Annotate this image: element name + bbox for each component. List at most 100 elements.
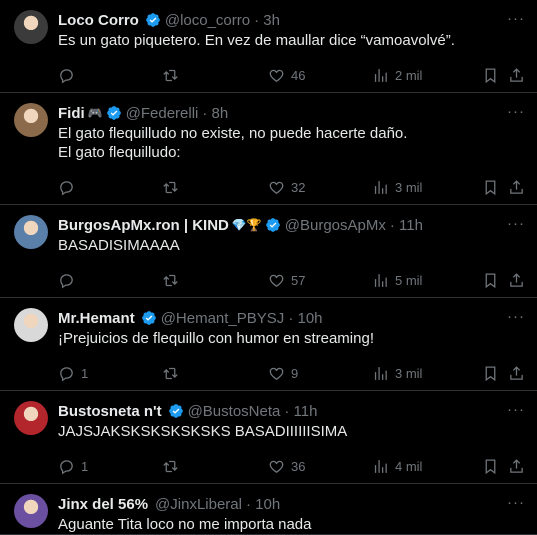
like-count: 57 [291,273,306,288]
share-button[interactable] [508,458,525,475]
tweet[interactable]: ··· Mr.Hemant @Hemant_PBYSJ · 10h ¡Preju… [0,298,537,391]
avatar[interactable] [14,215,48,249]
tweet[interactable]: ··· BurgosApMx.ron | KIND 💎🏆 @BurgosApMx… [0,205,537,298]
reply-icon [60,69,73,84]
tweet[interactable]: ··· Loco Corro @loco_corro · 3h Es un ga… [0,0,537,93]
tweet-text: El gato flequilludo no existe, no puede … [58,125,408,161]
like-button[interactable]: 36 [268,458,305,475]
retweet-button[interactable] [162,458,179,475]
action-bar: 32 3 mil [58,170,525,204]
handle[interactable]: @loco_corro [165,12,250,29]
views-count: 3 mil [395,366,423,381]
like-icon [269,460,284,473]
like-button[interactable]: 9 [268,365,298,382]
bookmark-button[interactable] [482,458,499,475]
like-button[interactable]: 32 [268,179,305,196]
timestamp[interactable]: · 3h [254,12,280,29]
bookmark-icon [485,459,496,475]
tweet[interactable]: ··· Jinx del 56% @JinxLiberal · 10h Agua… [0,484,537,535]
more-icon[interactable]: ··· [507,401,525,418]
retweet-button[interactable] [162,179,179,196]
share-button[interactable] [508,365,525,382]
views-button[interactable]: 3 mil [372,179,422,196]
timestamp[interactable]: · 10h [288,310,322,327]
bookmark-button[interactable] [482,179,499,196]
display-name[interactable]: BurgosApMx.ron | KIND [58,217,229,234]
share-button[interactable] [508,179,525,196]
avatar[interactable] [14,10,48,44]
tweet-header: Fidi 🎮 @Federelli · 8h [58,103,525,123]
action-bar: 1 9 3 mil [58,356,525,390]
tweet-header: BurgosApMx.ron | KIND 💎🏆 @BurgosApMx · 1… [58,215,525,235]
views-count: 2 mil [395,68,423,83]
action-bar: 57 5 mil [58,263,525,297]
like-count: 36 [291,459,306,474]
share-button[interactable] [508,67,525,84]
reply-button[interactable] [58,67,81,84]
reply-button[interactable] [58,272,81,289]
retweet-button[interactable] [162,365,179,382]
tweet[interactable]: ··· Fidi 🎮 @Federelli · 8h El gato flequ… [0,93,537,205]
views-count: 5 mil [395,273,423,288]
bookmark-button[interactable] [482,365,499,382]
handle[interactable]: @BurgosApMx [285,217,386,234]
like-button[interactable]: 57 [268,272,305,289]
more-icon[interactable]: ··· [507,308,525,325]
display-name[interactable]: Bustosneta n't [58,403,162,420]
views-button[interactable]: 4 mil [372,458,422,475]
like-button[interactable]: 46 [268,67,305,84]
handle[interactable]: @Federelli [126,105,199,122]
bookmark-button[interactable] [482,67,499,84]
action-bar: 1 36 4 mil [58,449,525,483]
timestamp[interactable]: · 11h [284,403,317,420]
views-button[interactable]: 3 mil [372,365,422,382]
timeline: ··· Loco Corro @loco_corro · 3h Es un ga… [0,0,537,535]
reply-button[interactable] [58,179,81,196]
views-icon [374,460,387,473]
display-name[interactable]: Jinx del 56% [58,496,148,513]
avatar[interactable] [14,308,48,342]
avatar[interactable] [14,103,48,137]
handle[interactable]: @JinxLiberal [155,496,242,513]
timestamp[interactable]: · 8h [202,105,228,122]
retweet-button[interactable] [162,272,179,289]
timestamp[interactable]: · 11h [390,217,423,234]
handle[interactable]: @BustosNeta [188,403,281,420]
handle[interactable]: @Hemant_PBYSJ [161,310,285,327]
more-icon[interactable]: ··· [507,10,525,27]
views-button[interactable]: 5 mil [372,272,422,289]
display-name[interactable]: Loco Corro [58,12,139,29]
reply-icon [60,181,73,196]
reply-button[interactable]: 1 [58,458,88,475]
display-name[interactable]: Fidi [58,105,85,122]
like-count: 9 [291,366,299,381]
share-button[interactable] [508,272,525,289]
verified-badge-icon [146,13,160,27]
timestamp[interactable]: · 10h [246,496,280,513]
views-count: 3 mil [395,180,423,195]
more-icon[interactable]: ··· [507,215,525,232]
retweet-button[interactable] [162,67,179,84]
like-icon [269,181,284,194]
views-count: 4 mil [395,459,423,474]
tweet-text: Es un gato piquetero. En vez de maullar … [58,32,455,49]
views-icon [374,367,387,380]
tweet[interactable]: ··· Bustosneta n't @BustosNeta · 11h JAJ… [0,391,537,484]
retweet-icon [163,69,178,82]
views-button[interactable]: 2 mil [372,67,422,84]
share-icon [510,180,523,194]
tweet-text: BASADISIMAAAA [58,237,180,254]
bookmark-button[interactable] [482,272,499,289]
retweet-icon [163,367,178,380]
more-icon[interactable]: ··· [507,103,525,120]
display-name[interactable]: Mr.Hemant [58,310,135,327]
avatar[interactable] [14,401,48,435]
avatar[interactable] [14,494,48,528]
action-bar: 46 2 mil [58,58,525,92]
retweet-icon [163,274,178,287]
more-icon[interactable]: ··· [507,494,525,511]
tweet-text: Aguante Tita loco no me importa nada [58,516,312,533]
reply-button[interactable]: 1 [58,365,88,382]
tweet-text: JAJSJAKSKSKSKSKSKS BASADIIIIIISIMA [58,423,348,440]
verified-badge-icon [168,404,183,418]
